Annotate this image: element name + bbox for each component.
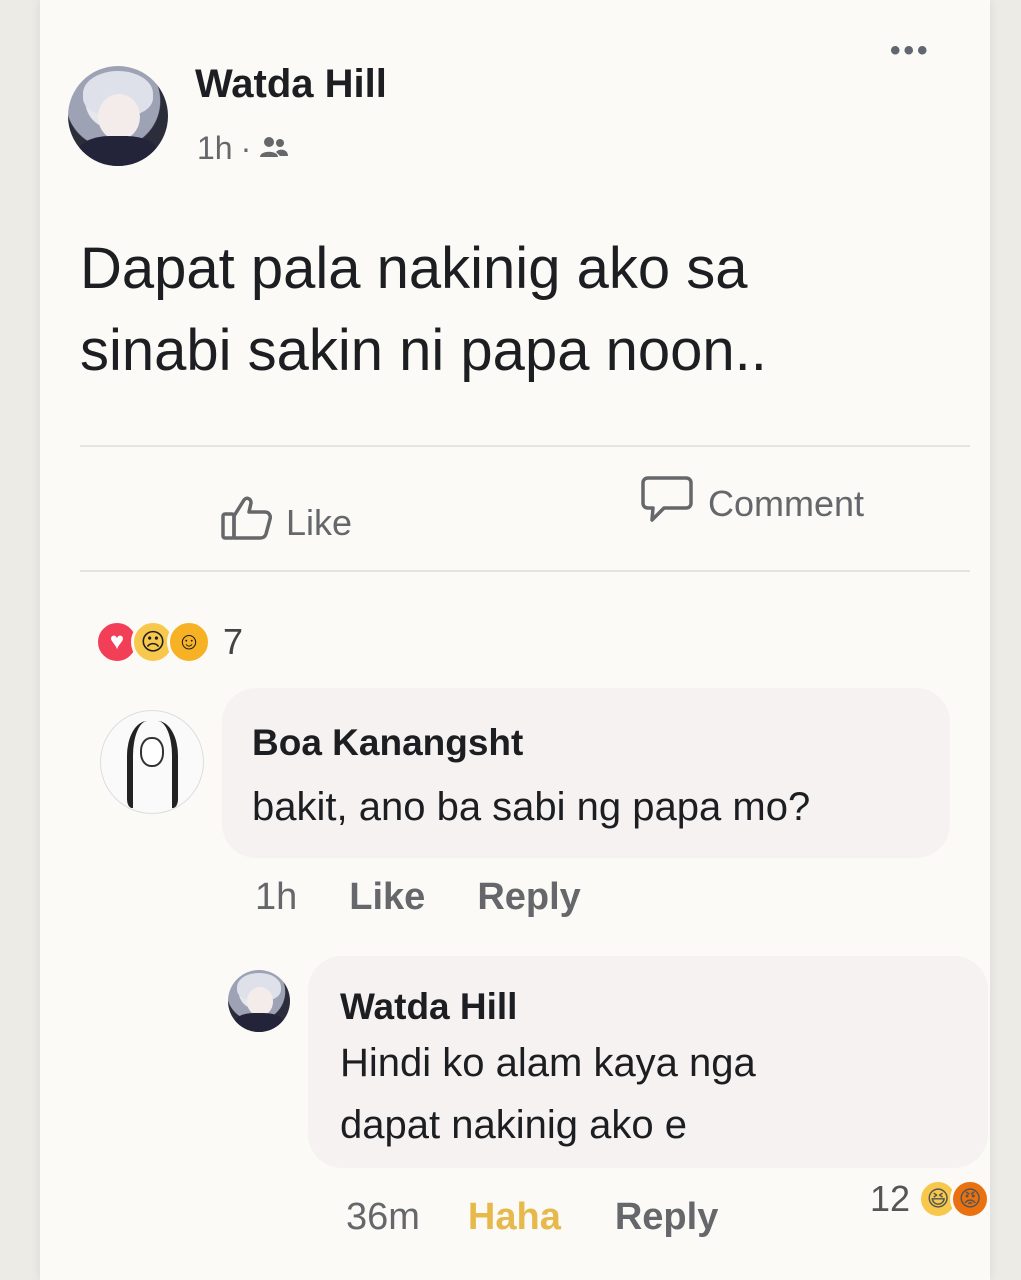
- reaction-summary[interactable]: ♥ ☹ ☺ 7: [95, 620, 243, 664]
- like-button[interactable]: Like: [220, 494, 352, 551]
- more-options-icon[interactable]: •••: [890, 34, 931, 68]
- friends-icon: [259, 130, 289, 167]
- reply-avatar[interactable]: [228, 970, 290, 1032]
- comment-timestamp[interactable]: 1h: [255, 876, 297, 919]
- reply-actions: 36m Haha Reply: [346, 1196, 718, 1239]
- reply-haha-button[interactable]: Haha: [468, 1196, 561, 1239]
- post-timestamp[interactable]: 1h: [197, 130, 233, 167]
- comment-actions: 1h Like Reply: [255, 876, 581, 919]
- post-text: Dapat pala nakinig ako sa sinabi sakin n…: [80, 228, 767, 392]
- like-label: Like: [286, 501, 353, 543]
- reply-reaction-count: 12: [870, 1178, 911, 1219]
- angry-reaction-icon: 😡: [950, 1179, 991, 1219]
- reply-text-line: dapat nakinig ako e: [340, 1103, 687, 1147]
- comment-label: Comment: [708, 482, 865, 524]
- comment-like-button[interactable]: Like: [349, 876, 425, 919]
- post-card: Watda Hill 1h · ••• Dapat pala nakinig a…: [40, 0, 991, 1280]
- divider-top: [80, 445, 970, 447]
- reply-timestamp[interactable]: 36m: [346, 1196, 420, 1239]
- reply-text-line: Hindi ko alam kaya nga: [340, 1041, 756, 1085]
- reaction-count: 7: [223, 621, 244, 662]
- reply-bubble: Watda Hill Hindi ko alam kaya nga dapat …: [308, 956, 988, 1168]
- author-avatar[interactable]: [68, 66, 168, 166]
- post-text-line: Dapat pala nakinig ako sa: [80, 236, 748, 301]
- post-meta: 1h ·: [197, 130, 289, 167]
- like-icon: [220, 494, 272, 551]
- reply-text: Hindi ko alam kaya nga dapat nakinig ako…: [340, 1032, 756, 1156]
- comment-bubble: Boa Kanangsht bakit, ano ba sabi ng papa…: [222, 688, 950, 858]
- comment-button[interactable]: Comment: [640, 474, 864, 533]
- comment-author[interactable]: Boa Kanangsht: [252, 722, 523, 764]
- comment-text: bakit, ano ba sabi ng papa mo?: [252, 785, 811, 829]
- commenter-avatar[interactable]: [100, 710, 204, 814]
- divider-bottom: [80, 570, 970, 572]
- post-text-line: sinabi sakin ni papa noon..: [80, 318, 767, 383]
- comment-reply-button[interactable]: Reply: [477, 876, 580, 919]
- comment-icon: [640, 474, 694, 533]
- post-author-name[interactable]: Watda Hill: [195, 62, 387, 107]
- care-reaction-icon: ☺: [167, 620, 211, 664]
- reply-reply-button[interactable]: Reply: [615, 1196, 718, 1239]
- reply-author[interactable]: Watda Hill: [340, 986, 517, 1028]
- reply-reaction-summary[interactable]: 12 😆 😡: [870, 1178, 991, 1220]
- meta-separator: ·: [240, 130, 252, 166]
